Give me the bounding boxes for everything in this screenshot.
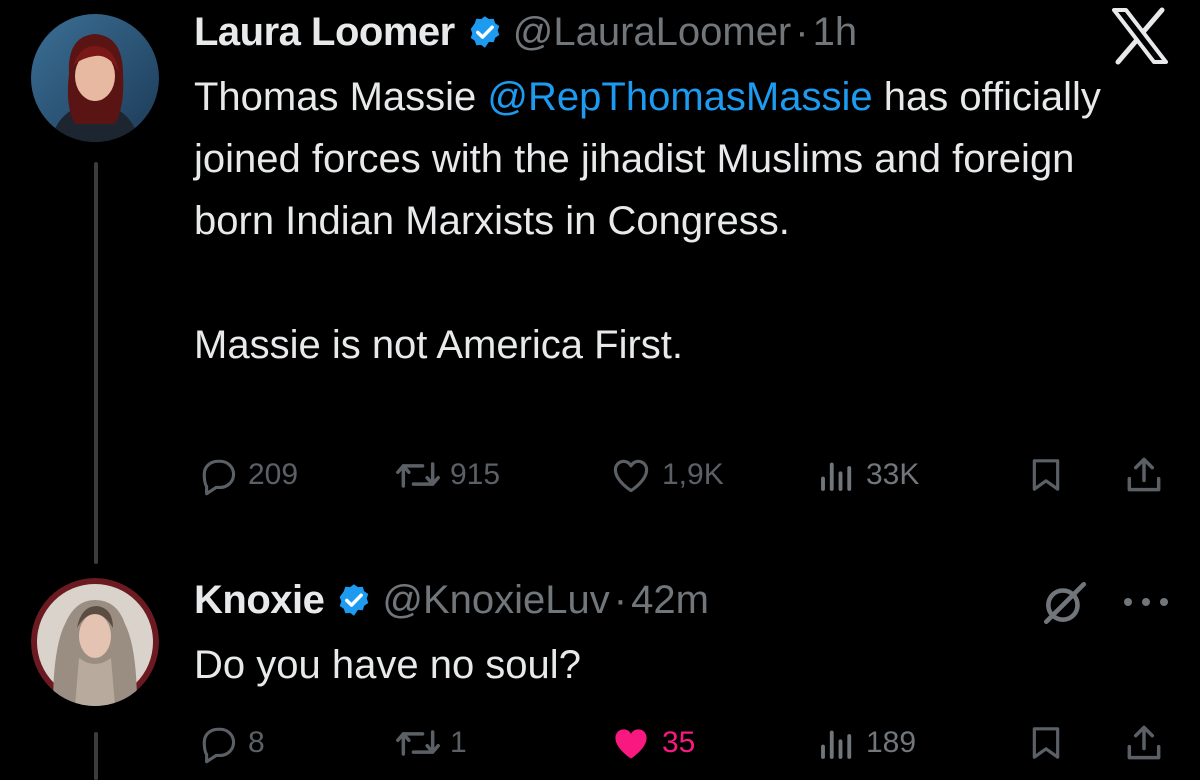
views-icon: [821, 730, 852, 759]
reply-count: 209: [248, 458, 299, 491]
repost-icon: [396, 730, 440, 756]
bookmark-button[interactable]: [1026, 718, 1074, 768]
avatar-laura-loomer[interactable]: [31, 14, 159, 142]
heart-icon: [613, 459, 649, 493]
like-button[interactable]: 35: [608, 718, 695, 768]
like-count: 1,9K: [662, 458, 724, 491]
bookmark-button[interactable]: [1026, 450, 1074, 500]
reply-icon: [202, 459, 236, 496]
share-button[interactable]: [1122, 718, 1174, 768]
repost-count: 1: [450, 726, 467, 759]
repost-button[interactable]: 1: [394, 718, 467, 768]
separator-dot: ·: [613, 578, 628, 622]
views-button[interactable]: 33K: [816, 450, 919, 500]
x-logo-icon[interactable]: [1108, 6, 1172, 66]
timestamp[interactable]: 42m: [631, 578, 709, 622]
tweet-actions: 209 915 1,9K 33K: [194, 450, 1174, 500]
repost-count: 915: [450, 458, 501, 491]
avatar-knoxie[interactable]: [31, 578, 159, 706]
repost-icon: [396, 462, 440, 488]
share-icon: [1127, 457, 1161, 492]
heart-filled-icon: [615, 729, 647, 759]
handle[interactable]: @KnoxieLuv: [382, 578, 609, 622]
share-button[interactable]: [1122, 450, 1174, 500]
repost-button[interactable]: 915: [394, 450, 500, 500]
reply-text: Do you have no soul?: [194, 643, 581, 687]
bookmark-icon: [1032, 727, 1060, 759]
separator-dot: ·: [795, 10, 809, 54]
bookmark-icon: [1032, 459, 1060, 491]
tweet-text: Thomas Massie @RepThomasMassie has offic…: [194, 66, 1154, 376]
display-name[interactable]: Knoxie: [194, 578, 325, 622]
tweet-text-start: Thomas Massie: [194, 75, 488, 119]
reply-count: 8: [248, 726, 265, 759]
like-count: 35: [662, 726, 696, 759]
views-button[interactable]: 189: [816, 718, 916, 768]
display-name[interactable]: Laura Loomer: [194, 10, 455, 54]
views-icon: [821, 462, 852, 491]
like-button[interactable]: 1,9K: [608, 450, 724, 500]
verified-badge-icon: [336, 582, 372, 618]
tweet-header: Laura Loomer @LauraLoomer · 1h: [194, 10, 857, 54]
reply-header: Knoxie @KnoxieLuv · 42m: [194, 578, 709, 622]
share-icon: [1127, 725, 1161, 760]
more-icon[interactable]: [1118, 590, 1174, 614]
view-count: 33K: [866, 458, 920, 491]
thread-line: [94, 162, 98, 564]
reply-button[interactable]: 209: [196, 450, 298, 500]
timestamp[interactable]: 1h: [813, 10, 858, 54]
reply-button[interactable]: 8: [196, 718, 265, 768]
reply-actions: 8 1 35 189: [194, 718, 1174, 768]
mention-link[interactable]: @RepThomasMassie: [487, 75, 872, 119]
reply-icon: [202, 727, 236, 764]
grok-icon[interactable]: [1040, 578, 1090, 628]
handle[interactable]: @LauraLoomer: [513, 10, 792, 54]
thread-line-continued: [94, 732, 98, 780]
verified-badge-icon: [467, 14, 503, 50]
view-count: 189: [866, 726, 917, 759]
